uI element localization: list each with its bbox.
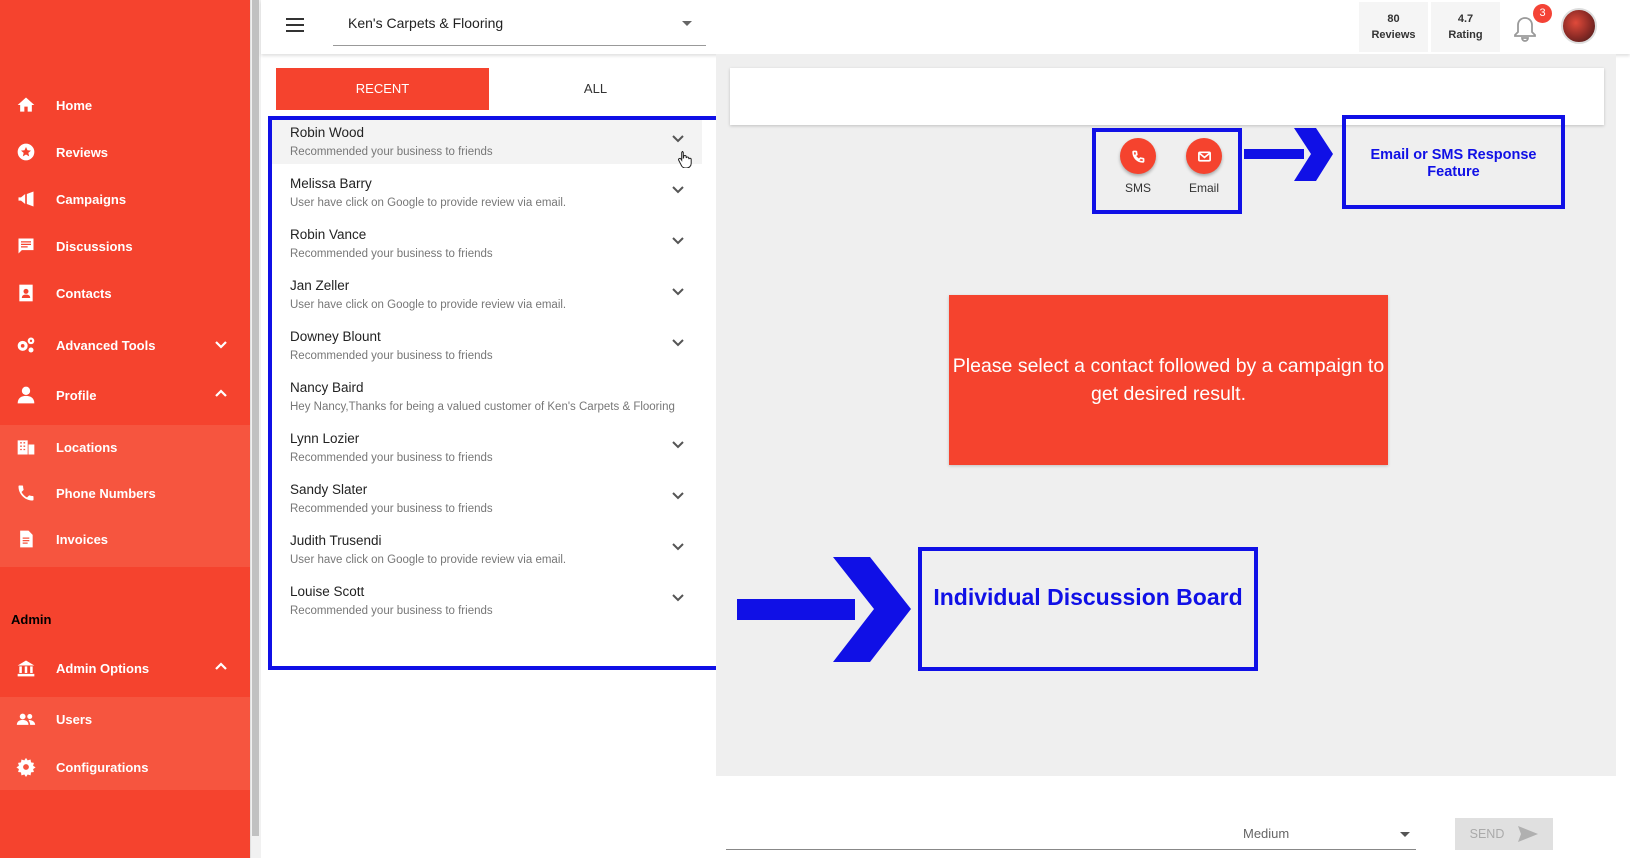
send-button[interactable]: SEND	[1455, 818, 1553, 850]
arrow-right-icon	[737, 557, 912, 662]
rating-label: Rating	[1448, 29, 1483, 41]
chevron-up-icon[interactable]	[214, 387, 228, 401]
gear-icon	[14, 755, 38, 779]
sidebar-item-reviews[interactable]: Reviews	[0, 130, 250, 174]
notification-badge: 3	[1533, 4, 1552, 23]
notification-bell-icon[interactable]	[1513, 16, 1537, 42]
sidebar-item-contacts[interactable]: Contacts	[0, 271, 250, 315]
sidebar-item-label: Contacts	[56, 285, 112, 301]
sidebar-item-campaigns[interactable]: Campaigns	[0, 177, 250, 221]
sidebar-item-label: Discussions	[56, 238, 133, 254]
send-label: SEND	[1469, 827, 1505, 841]
users-icon	[14, 707, 38, 731]
sidebar-item-label: Campaigns	[56, 191, 127, 207]
business-select-value: Ken's Carpets & Flooring	[348, 15, 504, 31]
sidebar-item-label: Admin Options	[56, 660, 150, 676]
chevron-up-icon[interactable]	[214, 660, 228, 674]
rating-stat[interactable]: 4.7 Rating	[1431, 2, 1500, 52]
contacts-list-annotation-frame	[268, 116, 724, 670]
chat-icon	[14, 234, 38, 258]
user-avatar[interactable]	[1561, 8, 1597, 44]
bank-icon	[14, 656, 38, 680]
caret-down-icon	[1400, 832, 1410, 837]
chevron-down-icon[interactable]	[214, 337, 228, 351]
send-icon	[1518, 826, 1539, 842]
reviews-stat[interactable]: 80 Reviews	[1359, 2, 1428, 52]
home-icon	[14, 93, 38, 117]
phone-icon	[14, 481, 38, 505]
building-icon	[14, 435, 38, 459]
sidebar-item-home[interactable]: Home	[0, 83, 250, 127]
reviews-count: 80	[1387, 13, 1400, 25]
sidebar-item-label: Users	[56, 711, 93, 727]
arrow-right-icon	[1244, 128, 1334, 183]
medium-select[interactable]	[726, 812, 1416, 850]
gears-icon	[14, 333, 38, 357]
medium-select-value: Medium	[1243, 826, 1290, 841]
document-icon	[14, 527, 38, 551]
feature-annotation: Email or SMS Response Feature	[1342, 115, 1565, 209]
reviews-label: Reviews	[1371, 29, 1416, 41]
board-annotation: Individual Discussion Board	[918, 547, 1258, 671]
person-icon	[14, 383, 38, 407]
tab-recent[interactable]: RECENT	[276, 68, 489, 110]
sidebar-item-admin-options[interactable]: Admin Options	[0, 646, 250, 690]
sidebar-item-label: Locations	[56, 439, 118, 455]
sidebar-item-invoices[interactable]: Invoices	[0, 517, 250, 561]
sidebar-item-advanced-tools[interactable]: Advanced Tools	[0, 323, 250, 367]
megaphone-icon	[14, 187, 38, 211]
sidebar-item-label: Home	[56, 97, 93, 113]
scrollbar-thumb[interactable]	[252, 0, 259, 836]
sidebar-item-configurations[interactable]: Configurations	[0, 745, 250, 789]
tab-all[interactable]: ALL	[489, 68, 702, 110]
sidebar-item-discussions[interactable]: Discussions	[0, 224, 250, 268]
star-icon	[14, 140, 38, 164]
sidebar-item-label: Phone Numbers	[56, 485, 156, 501]
sidebar-item-label: Profile	[56, 387, 97, 403]
sidebar-item-phone-numbers[interactable]: Phone Numbers	[0, 471, 250, 515]
admin-heading: Admin	[11, 612, 52, 627]
sidebar-item-label: Configurations	[56, 759, 149, 775]
sidebar-item-locations[interactable]: Locations	[0, 425, 250, 469]
hand-cursor-icon	[677, 150, 693, 169]
contact-book-icon	[14, 281, 38, 305]
sms-email-annotation-frame	[1092, 128, 1242, 214]
sidebar-item-label: Reviews	[56, 144, 109, 160]
sidebar-item-users[interactable]: Users	[0, 697, 250, 741]
caret-down-icon	[682, 21, 692, 26]
rating-value: 4.7	[1457, 13, 1474, 25]
sidebar-item-label: Advanced Tools	[56, 337, 156, 353]
hamburger-menu-icon[interactable]	[286, 18, 304, 32]
sidebar-item-label: Invoices	[56, 531, 109, 547]
select-contact-notice: Please select a contact followed by a ca…	[949, 295, 1388, 465]
sidebar-item-profile[interactable]: Profile	[0, 373, 250, 417]
